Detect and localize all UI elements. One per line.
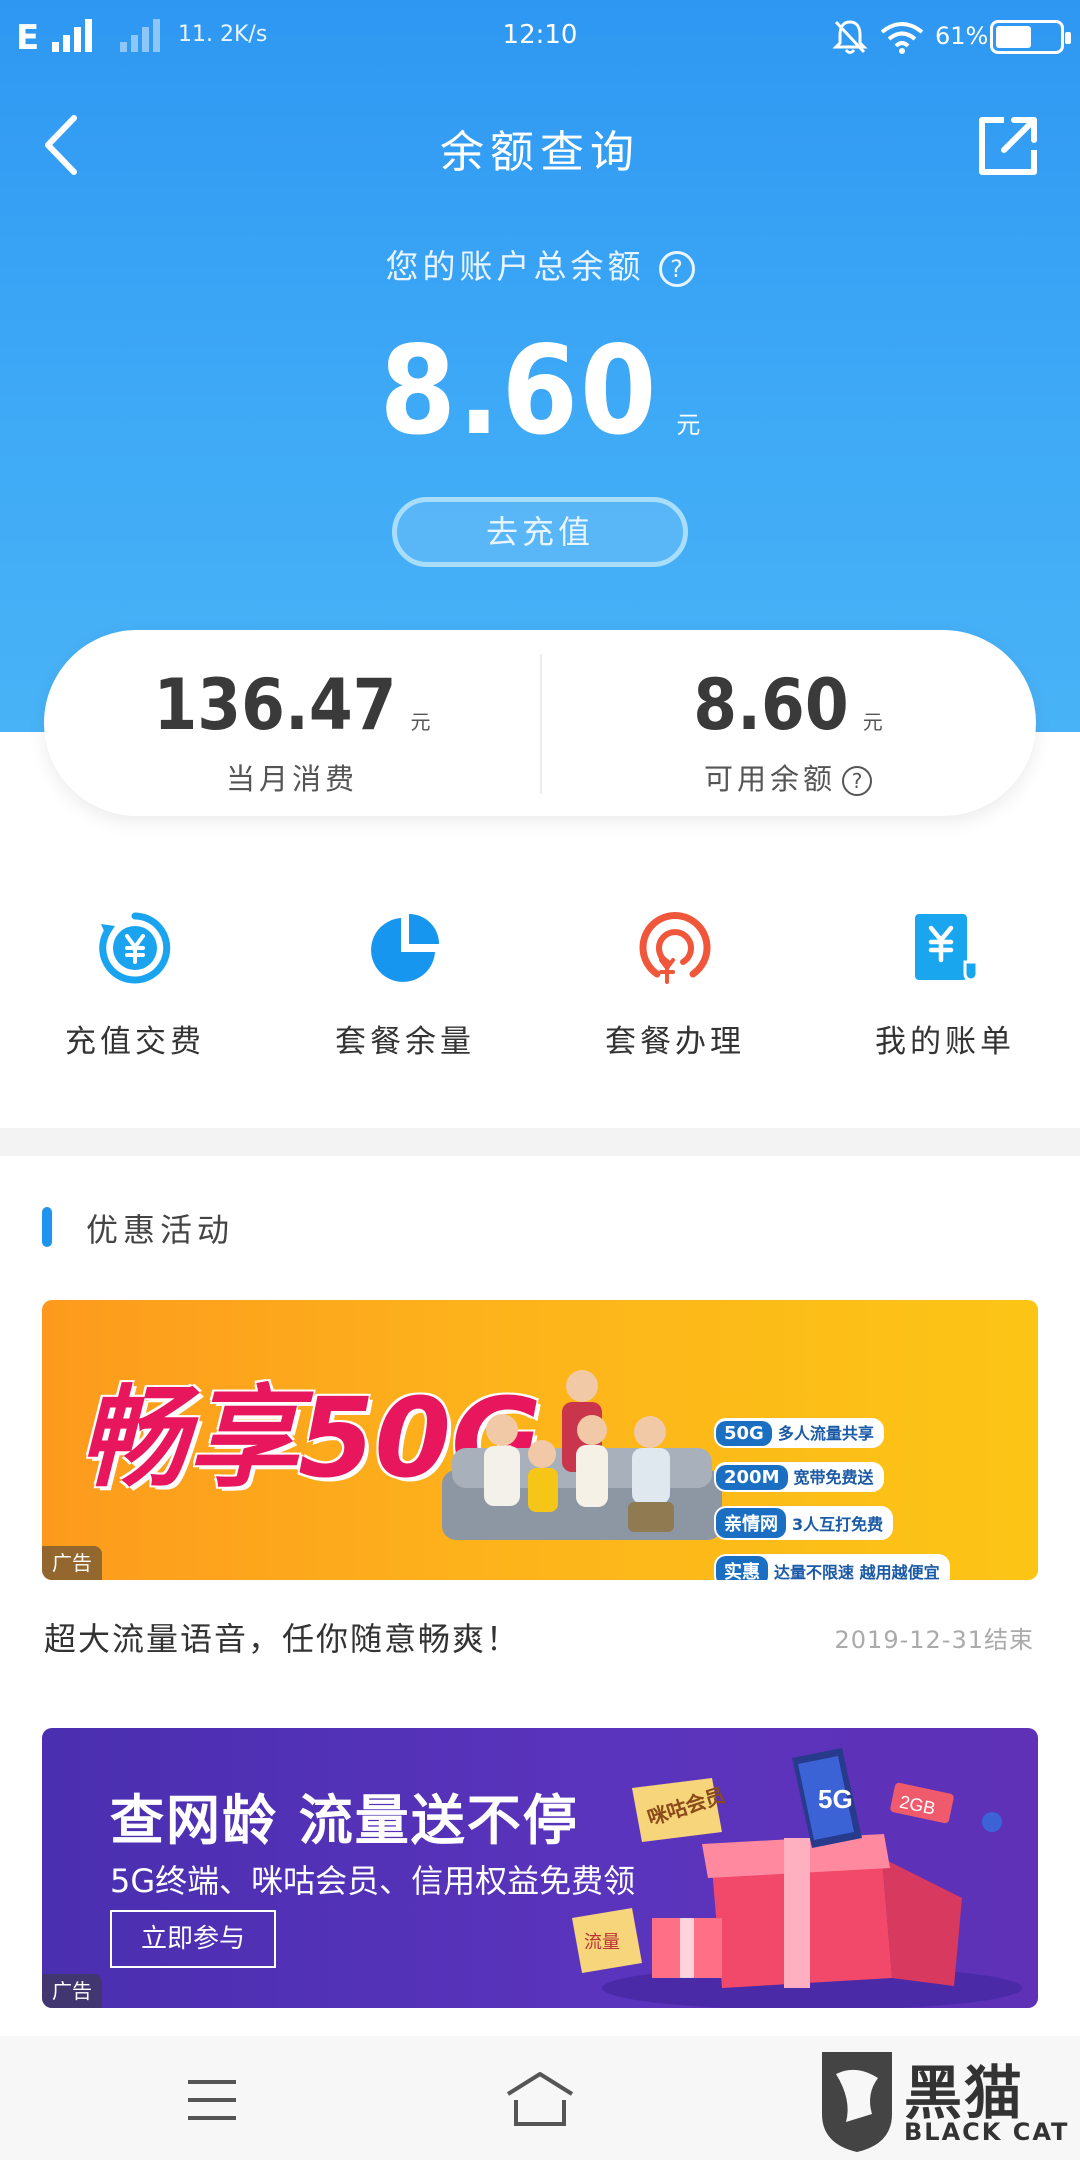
available-balance-value: 8.60 [693,664,849,746]
promo-tag-key: 200M [716,1465,788,1490]
cat-logo-icon [822,2052,892,2152]
gift-data-label: 流量 [584,1932,620,1952]
monthly-spend-label: 当月消费 [225,762,358,796]
recharge-button[interactable]: 去充值 [392,497,688,567]
monthly-spend-unit: 元 [410,710,431,734]
battery-percent: 61% [935,22,989,50]
quick-actions: 充值交费 套餐余量 套餐办理 我的账单 [0,910,1080,1080]
gift-5g-label: 5G [818,1784,853,1814]
promo-end-date: 2019-12-31结束 [834,1626,1034,1654]
action-my-bill-label: 我的账单 [875,1024,1015,1060]
promo-tag: 亲情网 3人互打免费 [714,1506,894,1540]
action-package-remaining[interactable]: 套餐余量 [270,910,540,1061]
recharge-yuan-icon [99,912,171,984]
promo-tag-key: 亲情网 [716,1508,786,1538]
promo-tag: 50G 多人流量共享 [714,1418,884,1448]
help-icon[interactable]: ? [658,250,695,287]
available-balance[interactable]: 8.60 元 可用余额? [540,664,1036,798]
monthly-spend[interactable]: 136.47 元 当月消费 [44,664,540,798]
menu-icon[interactable] [186,2078,238,2122]
system-navigation-bar: 黑猫 BLACK CAT [0,2036,1080,2160]
available-balance-label: 可用余额? [540,756,1036,798]
section-accent-bar [42,1207,52,1247]
action-package-handle[interactable]: 套餐办理 [540,910,810,1061]
watermark-subtext: BLACK CAT [904,2118,1070,2146]
share-icon[interactable] [976,114,1040,178]
bill-yuan-icon [915,914,979,982]
gift-box-illustration: 5G 咪咕会员 2GB 流量 [572,1748,1022,2008]
promo-tag-key: 实惠 [716,1556,768,1580]
promo-banner-network-age[interactable]: 查网龄 流量送不停 5G终端、咪咕会员、信用权益免费领 立即参与 5G 咪咕会员… [42,1728,1038,2008]
action-recharge-label: 充值交费 [65,1024,205,1060]
monthly-spend-value: 136.47 [153,664,397,746]
promo-tag-text: 多人流量共享 [777,1424,874,1443]
promo-tag-key: 50G [716,1421,772,1446]
promo-description: 超大流量语音，任你随意畅爽！ [44,1620,521,1658]
status-bar: E 11. 2K/s 12:10 61% [0,0,1080,76]
promo-banner-network-age-subtitle: 5G终端、咪咕会员、信用权益免费领 [110,1862,636,1900]
total-balance-label: 您的账户总余额? [0,240,1080,288]
total-balance-unit: 元 [676,411,701,439]
promo-tag-text: 3人互打免费 [792,1515,884,1534]
ad-badge: 广告 [42,1974,102,2008]
battery-level [996,26,1032,48]
total-balance-amount: 8.60 [379,320,659,462]
balance-summary-card: 136.47 元 当月消费 8.60 元 可用余额? [44,630,1036,816]
home-icon[interactable] [504,2070,576,2128]
promotions-title-text: 优惠活动 [86,1211,235,1249]
action-my-bill[interactable]: 我的账单 [810,910,1080,1061]
promo-tag-text: 达量不限速 越用越便宜 [774,1563,940,1580]
help-icon[interactable]: ? [842,766,872,796]
total-balance: 8.60 元 [0,320,1080,462]
total-balance-label-text: 您的账户总余额 [385,247,645,286]
battery-icon [990,20,1071,54]
available-balance-unit: 元 [862,710,883,734]
promo-tag: 实惠 达量不限速 越用越便宜 [714,1554,950,1580]
ad-badge: 广告 [42,1546,102,1580]
pie-chart-icon [371,914,439,982]
promo-tag-text: 宽带免费送 [793,1468,874,1487]
watermark: 黑猫 BLACK CAT [812,2036,1080,2160]
section-gap [0,1128,1080,1156]
promo-tag: 200M 宽带免费送 [714,1462,884,1492]
promo-banner-5g[interactable]: 畅享50G 50G 多人流量共享200M 宽带免费送亲情网 3人互打免费实惠 达量不限速… [42,1300,1038,1580]
action-package-handle-label: 套餐办理 [605,1024,745,1060]
wifi-icon [880,22,924,54]
available-balance-label-text: 可用余额 [703,762,836,796]
promo-banner-network-age-title: 查网龄 流量送不停 [110,1789,579,1852]
action-recharge[interactable]: 充值交费 [0,910,270,1061]
bell-muted-icon [832,20,868,54]
app-screen: E 11. 2K/s 12:10 61% 余额查询 您的账户总余额 ? 8.60… [0,0,1080,2160]
join-now-button[interactable]: 立即参与 [110,1910,276,1968]
page-title: 余额查询 [440,127,640,178]
family-illustration [442,1370,722,1540]
balance-header-background: E 11. 2K/s 12:10 61% 余额查询 您的账户总余额 ? 8.60… [0,0,1080,732]
package-yuan-icon [639,912,711,984]
promo-banner-5g-tags: 50G 多人流量共享 200M 宽带免费送亲情网 3人互打免费实惠 达量不限速 越用越便宜 [714,1418,1034,1580]
action-package-remaining-label: 套餐余量 [335,1024,475,1060]
